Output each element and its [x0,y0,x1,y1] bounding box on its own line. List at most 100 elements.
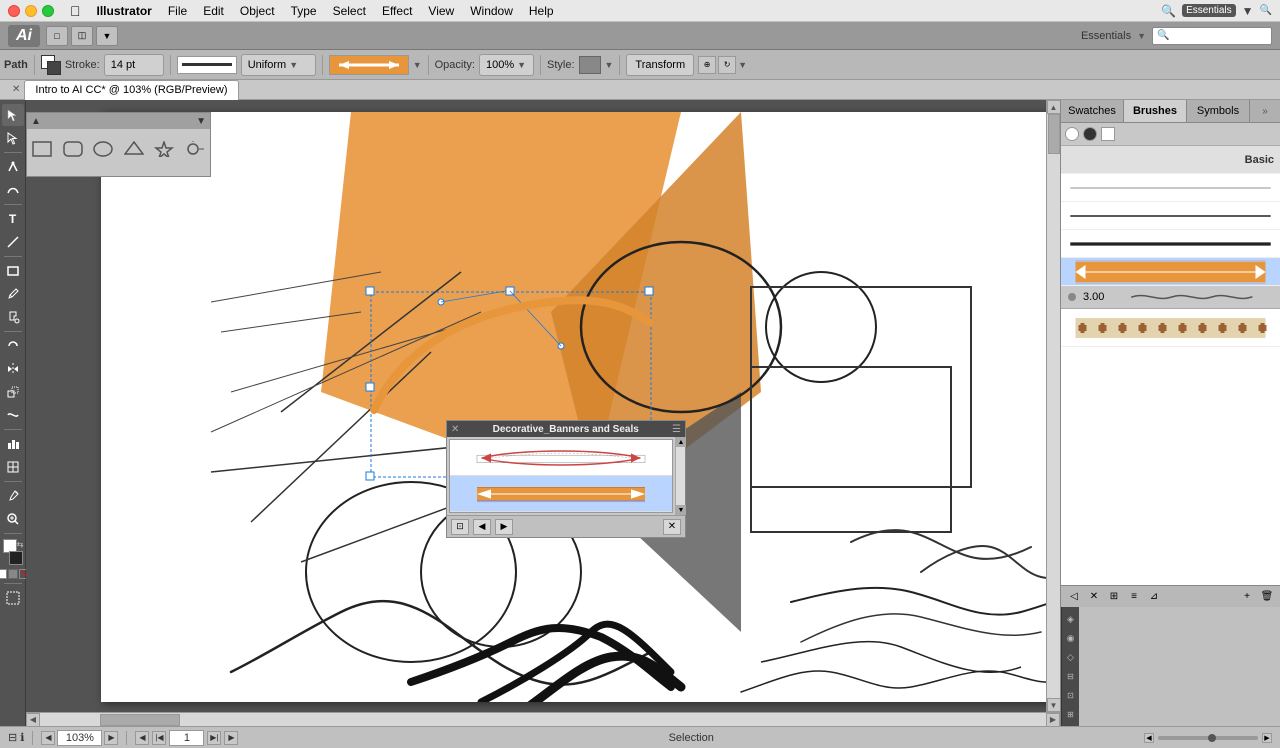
direct-selection-tool[interactable] [2,127,24,149]
zoom-input[interactable]: 103% [57,730,102,746]
stroke-type-dropdown[interactable]: Uniform ▼ [241,54,316,76]
brush-library-header[interactable]: ✕ Decorative_Banners and Seals ☰ [447,421,685,437]
swap-colors-icon[interactable]: ⇆ [17,540,24,549]
file-info-icon[interactable]: ℹ [20,731,24,744]
menu-effect[interactable]: Effect [374,0,420,21]
stroke-color-swatch[interactable] [41,55,61,75]
brush-preview[interactable] [329,55,409,75]
zoom-next-btn[interactable]: ▶ [104,731,118,745]
artboard-tool[interactable] [2,587,24,609]
pen-tool[interactable] [2,156,24,178]
workspace-arrow[interactable]: ▼ [1137,31,1146,41]
type-tool[interactable]: T [2,208,24,230]
next-artboard-btn[interactable]: ▶| [207,731,221,745]
brush-entry-1[interactable] [1061,174,1280,202]
scroll-track-h[interactable] [40,713,1046,727]
zoom-prev-btn[interactable]: ◀ [41,731,55,745]
scroll-left-indicator[interactable]: ◀ [1144,733,1154,743]
brush-list-btn[interactable]: ≡ [1125,589,1143,605]
normal-mode[interactable] [0,569,7,579]
scroll-up-arrow[interactable]: ▲ [1047,100,1061,114]
menu-select[interactable]: Select [325,0,374,21]
curvature-tool[interactable] [2,179,24,201]
arrange-btn1[interactable]: □ [46,26,68,46]
opacity-field[interactable]: 100% ▼ [479,54,534,76]
graphic-styles-btn[interactable]: ◇ [1063,649,1079,665]
brush-libraries-btn[interactable]: ◁ [1065,589,1083,605]
polygon-shape[interactable] [123,137,146,161]
paint-bucket-tool[interactable] [2,306,24,328]
shape-panel-titlebar[interactable]: ▲ ▼ [27,113,210,129]
eyedropper-tool[interactable] [2,485,24,507]
transform-button[interactable]: Transform [626,54,694,76]
maximize-button[interactable] [42,5,54,17]
first-artboard-btn[interactable]: |◀ [152,731,166,745]
brush-options-btn[interactable]: ⊿ [1145,589,1163,605]
scroll-down[interactable]: ▼ [676,505,686,515]
arrange-dropdown[interactable]: ▼ [96,26,118,46]
line-tool[interactable] [2,231,24,253]
menu-help[interactable]: Help [521,0,562,21]
panel-prev-btn[interactable]: ◀ [473,519,491,535]
brush-entry-3[interactable] [1061,230,1280,258]
brush-type-filled[interactable] [1083,127,1097,141]
menu-view[interactable]: View [420,0,462,21]
panel-close-btn[interactable]: ✕ [663,519,681,535]
app-menu-illustrator[interactable]: Illustrator [89,0,160,21]
transform-icon1[interactable]: ⊕ [698,56,716,74]
brush-item-1[interactable] [450,440,672,476]
brush-dropdown-arrow[interactable]: ▼ [413,60,422,70]
warp-tool[interactable] [2,404,24,426]
selection-tool[interactable] [2,104,24,126]
brush-panel-scrollbar[interactable]: ▲ ▼ [675,437,685,515]
transform-more[interactable]: ▼ [738,60,747,70]
appearance-btn[interactable]: ◉ [1063,630,1079,646]
vertical-scrollbar[interactable]: ▲ ▼ [1046,100,1060,712]
zoom-tool[interactable] [2,508,24,530]
menu-file[interactable]: File [160,0,195,21]
artboard-icon[interactable]: ⊟ [8,731,17,744]
prev-artboard-btn[interactable]: ◀ [135,731,149,745]
brush-library-close[interactable]: ✕ [451,424,459,435]
slice-tool[interactable] [2,456,24,478]
flare-shape[interactable] [184,137,207,161]
document-tab[interactable]: Intro to AI CC* @ 103% (RGB/Preview) [24,80,238,100]
brush-entry-2[interactable] [1061,202,1280,230]
panel-next-btn[interactable]: ▶ [495,519,513,535]
scroll-thumb-v[interactable] [1048,114,1060,154]
rotate-tool[interactable] [2,335,24,357]
canvas-area[interactable]: ▲ ▼ [26,100,1046,712]
search-bar[interactable]: 🔍 [1152,27,1272,45]
menu-edit[interactable]: Edit [195,0,232,21]
gradient-mode[interactable] [8,569,18,579]
panel-tab-overflow[interactable]: » [1250,100,1280,122]
artboard-number[interactable]: 1 [169,730,204,746]
menu-window[interactable]: Window [462,0,521,21]
shape-panel-expand[interactable]: ▼ [196,116,206,127]
stroke-value-field[interactable]: 14 pt [104,54,164,76]
rect-tool[interactable] [2,260,24,282]
shape-panel-collapse[interactable]: ▲ [31,116,41,127]
gradient-panel-btn[interactable]: ⊡ [1063,687,1079,703]
reflect-tool[interactable] [2,358,24,380]
close-button[interactable] [8,5,20,17]
brush-close-btn[interactable]: ✕ [1085,589,1103,605]
pencil-tool[interactable] [2,283,24,305]
menu-type[interactable]: Type [283,0,325,21]
rectangle-shape[interactable] [31,137,54,161]
stroke-color[interactable] [9,551,23,565]
star-shape[interactable] [153,137,176,161]
minimize-button[interactable] [25,5,37,17]
horizontal-scroll-indicator[interactable] [1158,736,1258,740]
tab-brushes[interactable]: Brushes [1124,100,1187,122]
scroll-down-arrow[interactable]: ▼ [1047,698,1061,712]
brush-library-panel[interactable]: ✕ Decorative_Banners and Seals ☰ [446,420,686,538]
brush-entry-orange-banner[interactable] [1061,258,1280,286]
search-icon[interactable]: 🔍 [1260,5,1272,16]
panel-lib-btn[interactable]: ⊡ [451,519,469,535]
style-dropdown[interactable]: ▼ [605,60,614,70]
apple-menu[interactable]:  [62,0,89,21]
workspace-dropdown-icon[interactable]: ▼ [1242,4,1254,18]
stroke-panel-btn[interactable]: ⊟ [1063,668,1079,684]
transform-icon2[interactable]: ↻ [718,56,736,74]
